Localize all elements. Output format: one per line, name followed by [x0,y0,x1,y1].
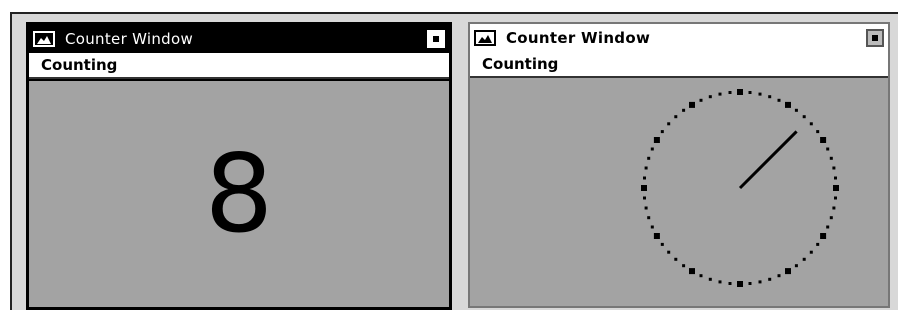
clock-hour-mark [785,268,791,275]
clock-minute-mark [699,274,703,278]
clock-hour-mark [737,89,743,95]
clock-minute-mark [809,250,813,254]
clock-minute-mark [660,242,664,246]
clock-minute-mark [768,277,772,281]
close-button[interactable] [427,30,445,48]
clock-hour-mark [737,281,743,287]
clock-minute-mark [826,225,830,229]
menu-bar: Counting [29,53,449,79]
clock-hour-mark [653,137,660,143]
clock-minute-mark [768,95,772,99]
counter-digit: 8 [204,132,274,257]
clock-minute-mark [816,130,820,134]
close-button[interactable] [866,29,884,47]
clock-minute-mark [748,282,752,285]
clock-hour-mark [653,233,660,239]
window-title: Counter Window [65,30,194,48]
title-bar[interactable]: Counter Window [29,25,449,53]
clock-minute-mark [758,92,762,96]
clock-minute-mark [802,257,806,261]
clock-minute-mark [682,108,686,112]
desktop: Counter Window Counting 8 Counter Window [10,12,898,310]
clock-minute-mark [832,166,836,170]
clock-minute-mark [834,176,837,180]
clock-minute-mark [674,257,678,261]
clock-minute-mark [647,156,651,160]
clock-minute-mark [794,264,798,268]
clock-hour-mark [820,233,827,239]
clock-minute-mark [777,98,781,102]
clock-minute-mark [674,115,678,119]
clock-minute-mark [834,196,837,200]
close-icon [872,35,878,41]
clock-minute-mark [660,130,664,134]
clock-minute-mark [667,250,671,254]
clock-minute-mark [728,282,732,285]
counter-display-area: 8 [29,79,449,307]
clock-hour-mark [833,185,839,191]
clock-minute-mark [682,264,686,268]
clock-minute-mark [644,166,648,170]
clock-minute-mark [708,277,712,281]
clock-minute-mark [802,115,806,119]
clock-minute-mark [826,147,830,151]
window-title: Counter Window [506,29,651,47]
clock-minute-mark [650,225,654,229]
clock-minute-mark [667,122,671,126]
menu-counting[interactable]: Counting [41,56,117,74]
clock-minute-mark [794,108,798,112]
clock-hour-mark [641,185,647,191]
analog-clock [641,89,839,287]
clock-display-area [470,78,888,306]
clock-minute-mark [829,156,833,160]
clock-hour-mark [689,101,695,108]
clock-minute-mark [643,196,646,200]
app-icon[interactable] [474,30,496,46]
clock-hour-mark [689,268,695,275]
menu-bar: Counting [470,52,888,78]
clock-minute-mark [718,280,722,284]
clock-minute-mark [699,98,703,102]
clock-minute-mark [777,274,781,278]
counter-window-analog[interactable]: Counter Window Counting [468,22,890,308]
clock-minute-mark [816,242,820,246]
clock-minute-mark [758,280,762,284]
clock-minute-mark [728,91,732,94]
close-icon [433,36,439,42]
clock-minute-mark [809,122,813,126]
clock-hour-mark [785,101,791,108]
clock-minute-mark [708,95,712,99]
clock-minute-mark [647,216,651,220]
clock-minute-mark [829,216,833,220]
clock-hand [738,130,798,190]
title-bar[interactable]: Counter Window [470,24,888,53]
clock-minute-mark [643,176,646,180]
clock-minute-mark [650,147,654,151]
clock-minute-mark [718,92,722,96]
counter-window-digital[interactable]: Counter Window Counting 8 [26,22,452,310]
menu-counting[interactable]: Counting [482,55,558,73]
app-icon[interactable] [33,31,55,47]
clock-minute-mark [748,91,752,94]
clock-minute-mark [644,206,648,210]
clock-minute-mark [832,206,836,210]
clock-hour-mark [820,137,827,143]
